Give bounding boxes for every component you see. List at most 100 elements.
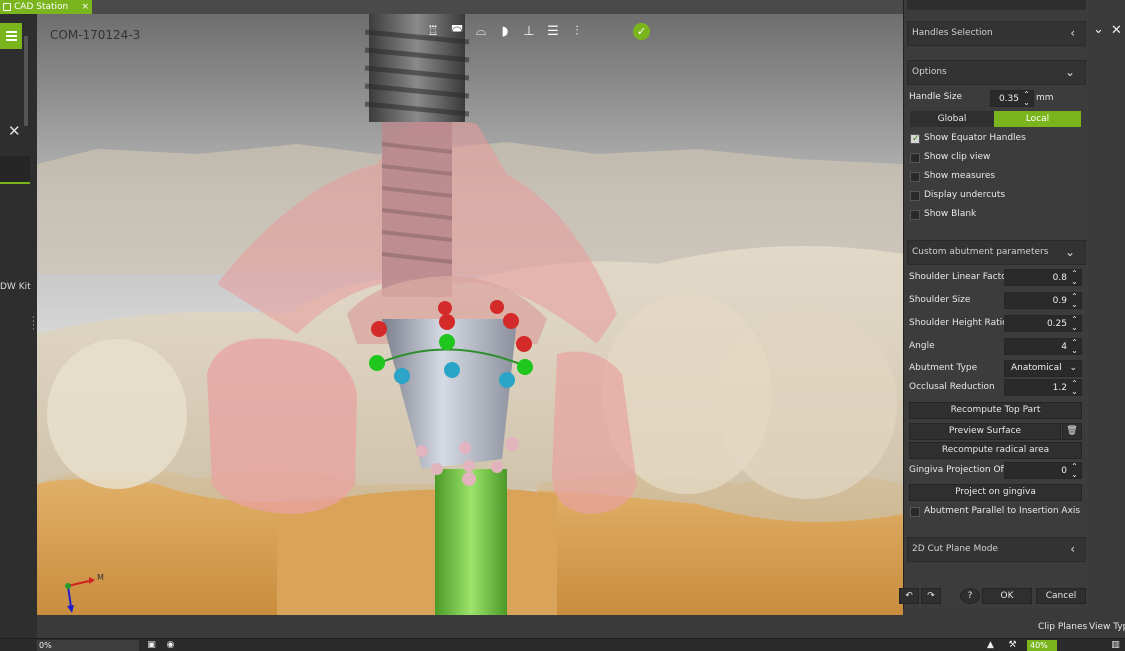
trash-icon[interactable]: ▥ xyxy=(1110,640,1121,651)
spinner-icon[interactable]: ⌃ ⌄ xyxy=(1070,380,1079,396)
bottom-toolbar: Clip Planes View Typ xyxy=(903,620,1125,636)
angle-input[interactable]: 4 ⌃ ⌄ xyxy=(1004,338,1082,355)
abutment-parallel-checkbox[interactable]: Abutment Parallel to Insertion Axis xyxy=(910,504,1080,519)
checkbox-label: Show clip view xyxy=(924,152,991,162)
undo-icon[interactable]: ↶ xyxy=(899,588,919,604)
show-clip-view-checkbox[interactable]: Show clip view xyxy=(910,150,990,165)
left-panel-tab[interactable] xyxy=(0,156,30,182)
spinner-icon[interactable]: ⌃ ⌄ xyxy=(1022,91,1031,107)
checkbox-icon[interactable] xyxy=(910,507,920,517)
dental-scene xyxy=(37,14,903,615)
options-title: Options xyxy=(912,67,947,77)
spinner-icon[interactable]: ⌃ ⌄ xyxy=(1070,339,1079,355)
chevron-down-icon[interactable]: ⌄ xyxy=(1065,61,1075,84)
checkbox-icon[interactable] xyxy=(910,153,920,163)
chevron-left-icon[interactable]: ‹ xyxy=(1070,22,1075,45)
close-icon[interactable]: ✕ xyxy=(1111,23,1122,38)
checkbox-label: Abutment Parallel to Insertion Axis xyxy=(924,506,1081,516)
view-type-button[interactable]: View Typ xyxy=(1089,622,1125,632)
handle-size-input[interactable]: 0.35 ⌃ ⌄ xyxy=(990,90,1034,107)
left-panel-active-indicator xyxy=(0,182,30,184)
chevron-down-icon: ⌄ xyxy=(1069,363,1077,373)
preview-surface-button[interactable]: Preview Surface xyxy=(909,423,1061,440)
param-value: 0.8 xyxy=(1052,273,1067,283)
spinner-icon[interactable]: ⌃ ⌄ xyxy=(1070,316,1079,332)
checkbox-label: Display undercuts xyxy=(924,190,1006,200)
shoulder-size-input[interactable]: 0.9 ⌃ ⌄ xyxy=(1004,292,1082,309)
left-scrollbar[interactable] xyxy=(24,36,28,126)
recompute-radical-area-button[interactable]: Recompute radical area xyxy=(909,442,1082,459)
confirm-check-icon[interactable]: ✓ xyxy=(633,23,650,40)
options-header[interactable]: Options ⌄ xyxy=(907,60,1086,85)
panel-top-bar xyxy=(907,0,1086,10)
recompute-top-part-button[interactable]: Recompute Top Part xyxy=(909,402,1082,419)
redo-icon[interactable]: ↷ xyxy=(921,588,941,604)
help-icon[interactable]: ? xyxy=(960,588,980,604)
gingiva-offset-input[interactable]: 0 ⌃ ⌄ xyxy=(1004,462,1082,479)
global-mode-button[interactable]: Global xyxy=(910,111,994,127)
show-equator-handles-checkbox[interactable]: Show Equator Handles xyxy=(910,131,1026,147)
checkbox-label: Show Equator Handles xyxy=(924,133,1026,143)
case-id-label: COM-170124-3 xyxy=(50,28,141,42)
chevron-down-icon[interactable]: ⌄ xyxy=(1065,241,1075,264)
handle-size-unit: mm xyxy=(1036,93,1054,103)
abutment-type-select[interactable]: Anatomical ⌄ xyxy=(1004,360,1082,377)
dw-kit-label[interactable]: DW Kit xyxy=(0,282,31,292)
notification-bell-icon[interactable]: ▲ xyxy=(985,640,996,651)
tooth-shell-icon[interactable]: ◚ xyxy=(448,22,466,40)
tab-close-icon[interactable]: × xyxy=(81,0,89,14)
side-panel: Handles Selection ‹ Options ⌄ Handle Siz… xyxy=(899,0,1088,609)
abutment-type-value: Anatomical xyxy=(1011,363,1062,373)
bridge-icon[interactable]: ⌓ xyxy=(472,22,490,40)
progress-field: 0% xyxy=(37,640,139,651)
chevron-left-icon[interactable]: ‹ xyxy=(1070,538,1075,561)
custom-abutment-header[interactable]: Custom abutment parameters ⌄ xyxy=(907,240,1086,265)
show-measures-checkbox[interactable]: Show measures xyxy=(910,169,995,184)
spinner-icon[interactable]: ⌃ ⌄ xyxy=(1070,270,1079,286)
settings-sliders-icon[interactable]: ☰ xyxy=(544,22,562,40)
panel-resize-handle[interactable]: · · · · xyxy=(32,314,35,335)
handles-selection-header[interactable]: Handles Selection ‹ xyxy=(907,21,1086,46)
local-mode-button[interactable]: Local xyxy=(994,111,1081,127)
trash-icon[interactable]: 🗑 xyxy=(1062,423,1082,440)
param-value: 0.25 xyxy=(1046,319,1067,329)
checkbox-icon[interactable] xyxy=(910,191,920,201)
right-strip: ⌄ ✕ xyxy=(1088,0,1125,638)
implant-icon[interactable]: ⊥ xyxy=(520,22,538,40)
tooth-icon[interactable]: ◗ xyxy=(496,22,514,40)
clip-planes-button[interactable]: Clip Planes xyxy=(1038,622,1087,632)
app-tab[interactable]: CAD Station × xyxy=(0,0,92,14)
viewport-toolbar: ♖ ◚ ⌓ ◗ ⊥ ☰ ⫶ xyxy=(424,22,586,40)
spinner-icon[interactable]: ⌃ ⌄ xyxy=(1070,463,1079,479)
axis-x-label: M xyxy=(97,573,104,582)
ok-button[interactable]: OK xyxy=(982,588,1032,604)
shoulder-height-ratio-input[interactable]: 0.25 ⌃ ⌄ xyxy=(1004,315,1082,332)
abutment-icon[interactable]: ⫶ xyxy=(568,22,586,40)
wrench-icon[interactable]: ⚒ xyxy=(1007,640,1018,651)
handles-selection-title: Handles Selection xyxy=(912,28,993,38)
spinner-icon[interactable]: ⌃ ⌄ xyxy=(1070,293,1079,309)
cut-plane-title: 2D Cut Plane Mode xyxy=(912,544,998,554)
checkbox-icon[interactable] xyxy=(910,210,920,220)
project-on-gingiva-button[interactable]: Project on gingiva xyxy=(909,484,1082,501)
status-bar: 0% ▣ ◉ ▲ ⚒ 40% ▥ xyxy=(0,638,1125,651)
display-undercuts-checkbox[interactable]: Display undercuts xyxy=(910,188,1005,203)
expand-chevron-icon[interactable]: ⌄ xyxy=(1093,22,1104,37)
3d-viewport[interactable]: COM-170124-3 ♖ ◚ ⌓ ◗ ⊥ ☰ ⫶ ✓ M xyxy=(37,14,903,615)
close-icon[interactable]: ✕ xyxy=(8,122,21,140)
handle-size-label: Handle Size xyxy=(909,92,963,102)
camera-icon[interactable]: ◉ xyxy=(165,640,176,651)
app-tab-title: CAD Station xyxy=(14,2,69,12)
checkbox-label: Show measures xyxy=(924,171,996,181)
save-icon[interactable]: ▣ xyxy=(146,640,157,651)
checkbox-checked-icon[interactable] xyxy=(910,132,920,147)
occlusal-reduction-input[interactable]: 1.2 ⌃ ⌄ xyxy=(1004,379,1082,396)
zoom-level[interactable]: 40% xyxy=(1027,640,1057,651)
cut-plane-header[interactable]: 2D Cut Plane Mode ‹ xyxy=(907,537,1086,562)
show-blank-checkbox[interactable]: Show Blank xyxy=(910,207,976,222)
cancel-button[interactable]: Cancel xyxy=(1036,588,1086,604)
crown-view-icon[interactable]: ♖ xyxy=(424,22,442,40)
checkbox-icon[interactable] xyxy=(910,172,920,182)
shoulder-linear-factor-input[interactable]: 0.8 ⌃ ⌄ xyxy=(1004,269,1082,286)
hamburger-menu-button[interactable] xyxy=(0,23,22,49)
